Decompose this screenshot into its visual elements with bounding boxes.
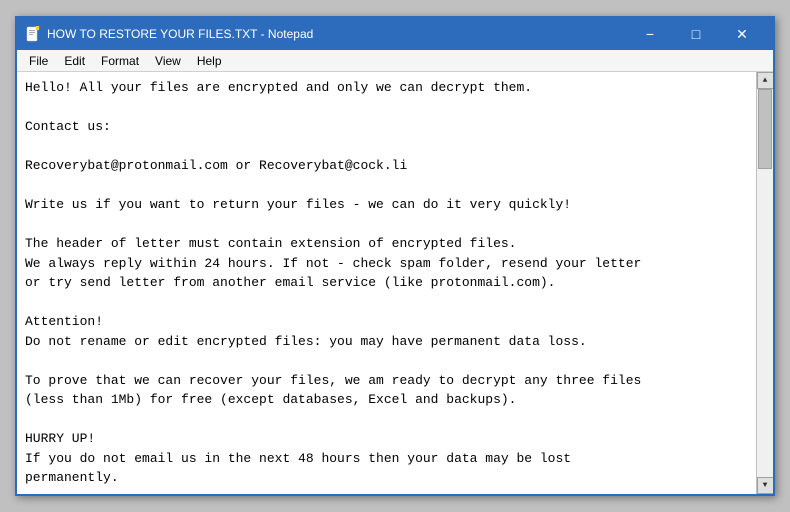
scrollbar-thumb[interactable] [758, 89, 772, 169]
window-controls: − □ ✕ [627, 18, 765, 50]
window-title: HOW TO RESTORE YOUR FILES.TXT - Notepad [47, 27, 627, 41]
scroll-up-button[interactable]: ▲ [757, 72, 774, 89]
text-editor[interactable]: Hello! All your files are encrypted and … [17, 72, 756, 494]
menu-edit[interactable]: Edit [56, 52, 93, 70]
scroll-down-button[interactable]: ▼ [757, 477, 774, 494]
notepad-icon [25, 26, 41, 42]
content-area: Hello! All your files are encrypted and … [17, 72, 773, 494]
close-button[interactable]: ✕ [719, 18, 765, 50]
menu-format[interactable]: Format [93, 52, 147, 70]
menu-help[interactable]: Help [189, 52, 230, 70]
title-bar: HOW TO RESTORE YOUR FILES.TXT - Notepad … [17, 18, 773, 50]
maximize-button[interactable]: □ [673, 18, 719, 50]
menu-file[interactable]: File [21, 52, 56, 70]
menu-view[interactable]: View [147, 52, 189, 70]
minimize-button[interactable]: − [627, 18, 673, 50]
vertical-scrollbar: ▲ ▼ [756, 72, 773, 494]
notepad-window: HOW TO RESTORE YOUR FILES.TXT - Notepad … [15, 16, 775, 496]
scrollbar-track[interactable] [757, 89, 773, 477]
menu-bar: File Edit Format View Help [17, 50, 773, 72]
